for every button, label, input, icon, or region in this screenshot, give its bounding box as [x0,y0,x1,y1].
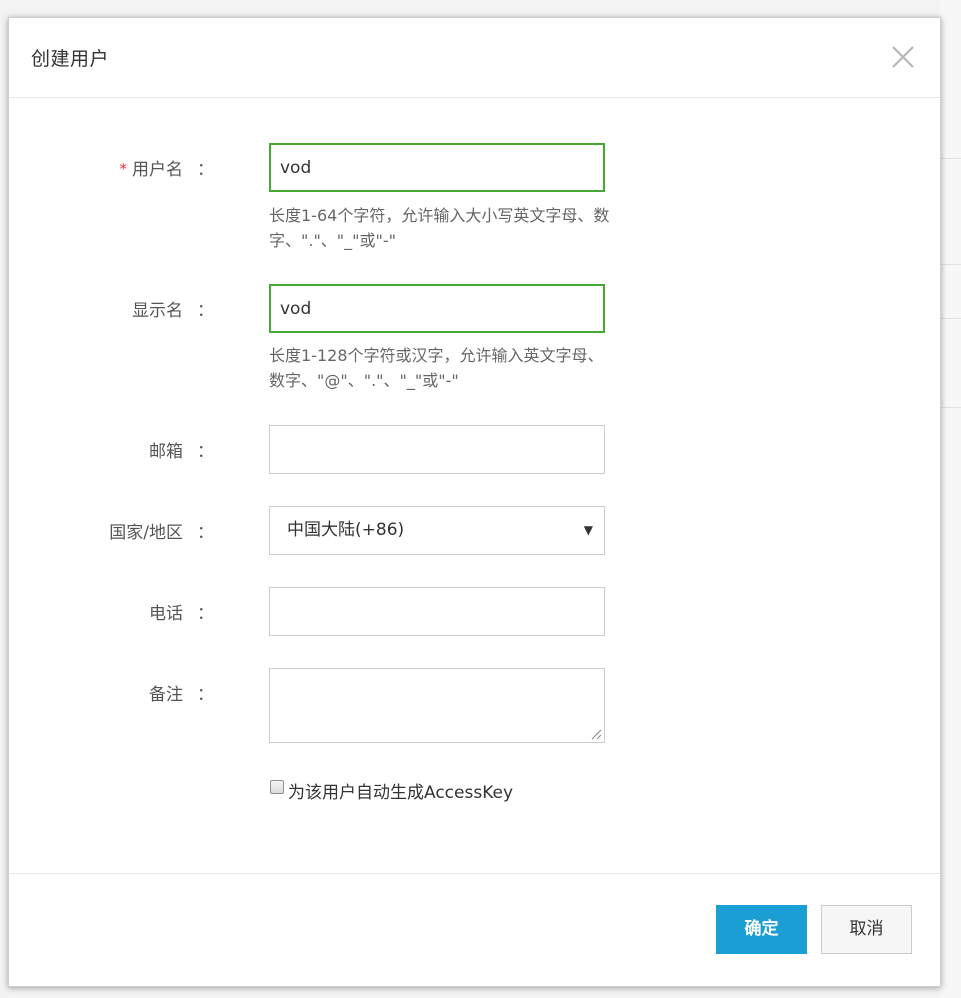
region-label: 国家/地区： [109,523,214,543]
cancel-button[interactable]: 取消 [821,905,912,954]
email-input[interactable] [269,425,605,474]
remark-textarea[interactable] [269,668,605,743]
required-mark: * [119,160,128,178]
confirm-button[interactable]: 确定 [716,905,807,954]
dialog-header: 创建用户 [9,18,940,98]
display-name-label: 显示名： [132,301,214,321]
display-name-hint: 长度1-128个字符或汉字，允许输入英文字母、数字、"@"、"."、"_"或"-… [269,346,604,390]
backdrop [940,0,961,998]
username-hint: 长度1-64个字符，允许输入大小写英文字母、数字、"."、"_"或"-" [269,206,610,250]
accesskey-checkbox-label[interactable]: 为该用户自动生成AccessKey [288,778,513,803]
create-user-dialog: 创建用户 *用户名： 长度1-64个字符，允许输入大小写英文字母、数字、"."、… [8,17,941,987]
phone-label: 电话： [149,604,214,624]
close-icon[interactable] [889,43,917,71]
email-label: 邮箱： [149,442,214,462]
resize-grip-icon[interactable] [591,729,602,740]
username-label: * 用户名： [119,160,215,180]
region-selected-value: 中国大陆(+86) [287,520,405,540]
footer-divider [9,873,940,874]
username-input[interactable] [269,143,605,192]
display-name-input[interactable] [269,284,605,333]
dropdown-arrow-icon: ▼ [583,523,593,537]
phone-input[interactable] [269,587,605,636]
dialog-title: 创建用户 [31,48,110,70]
remark-label: 备注： [149,685,214,705]
accesskey-checkbox[interactable] [270,780,284,794]
region-select[interactable]: 中国大陆(+86) ▼ [269,506,605,555]
